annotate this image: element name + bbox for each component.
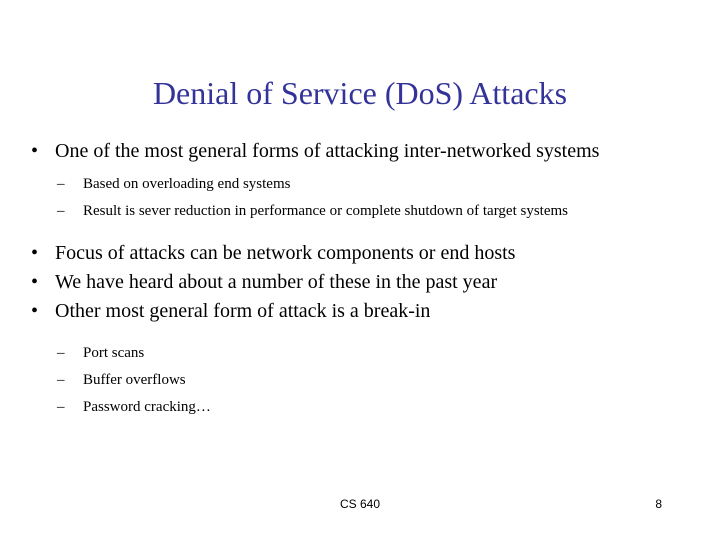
bullet-marker-dot: • [31, 140, 39, 162]
bullet-marker-dash: – [57, 372, 65, 388]
bullet-marker-dash: – [57, 203, 65, 219]
bullet-text: Password cracking… [83, 399, 211, 415]
slide-body-content: • One of the most general forms of attac… [0, 137, 720, 421]
bullet-marker-dot: • [31, 242, 39, 264]
bullet-text: We have heard about a number of these in… [55, 271, 498, 293]
footer-page-number: 8 [655, 497, 662, 511]
bullet-item-level2: – Port scans [0, 340, 720, 367]
bullet-item-level1: • Other most general form of attack is a… [0, 297, 720, 326]
bullet-item-level1: • Focus of attacks can be network compon… [0, 239, 720, 268]
bullet-item-level1: • One of the most general forms of attac… [0, 137, 720, 166]
bullet-text: Result is sever reduction in performance… [83, 203, 569, 219]
slide-title: Denial of Service (DoS) Attacks [152, 75, 568, 111]
bullet-marker-dash: – [57, 399, 65, 415]
footer-course-label: CS 640 [339, 497, 381, 511]
bullet-marker-dash: – [57, 176, 65, 192]
bullet-item-level2: – Result is sever reduction in performan… [0, 198, 720, 225]
bullet-text: Focus of attacks can be network componen… [55, 242, 516, 264]
bullet-text: Other most general form of attack is a b… [55, 300, 431, 322]
bullet-text: One of the most general forms of attacki… [55, 140, 600, 162]
bullet-item-level1: • We have heard about a number of these … [0, 268, 720, 297]
bullet-item-level2: – Password cracking… [0, 394, 720, 421]
bullet-marker-dot: • [31, 271, 39, 293]
bullet-marker-dash: – [57, 345, 65, 361]
bullet-text: Buffer overflows [83, 372, 186, 388]
bullet-marker-dot: • [31, 300, 39, 322]
bullet-text: Based on overloading end systems [83, 176, 291, 192]
bullet-text: Port scans [83, 345, 145, 361]
bullet-item-level2: – Buffer overflows [0, 367, 720, 394]
presentation-slide: Denial of Service (DoS) Attacks • One of… [0, 0, 720, 540]
bullet-item-level2: – Based on overloading end systems [0, 171, 720, 198]
